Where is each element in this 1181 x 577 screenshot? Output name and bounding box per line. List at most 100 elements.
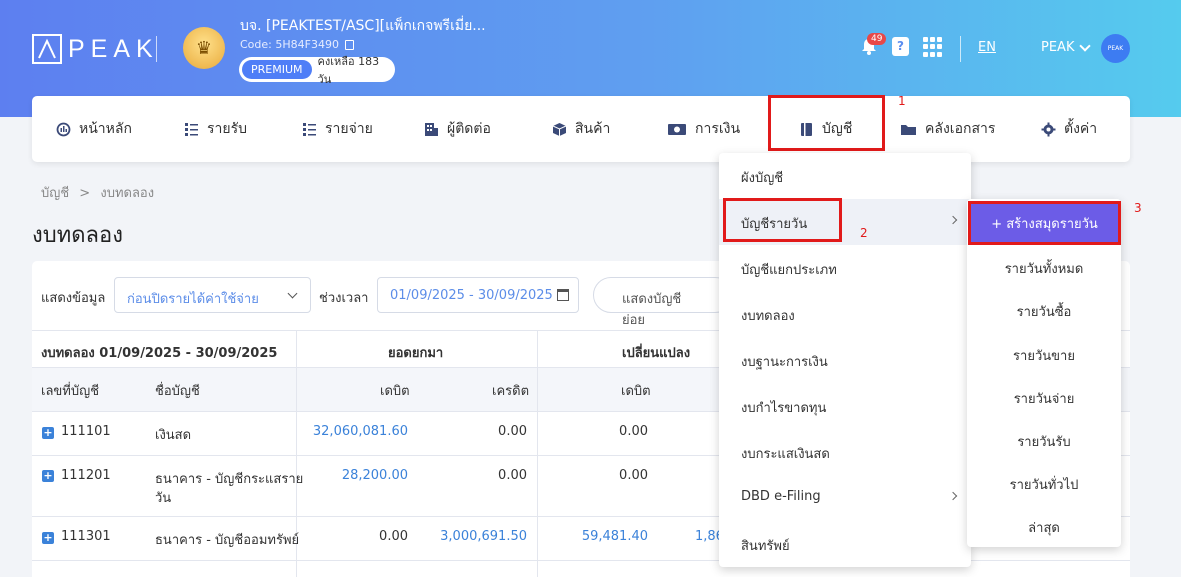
submenu-item-general-journal[interactable]: รายวันทั่วไป [967, 474, 1121, 495]
table-border [537, 330, 538, 577]
row-change-debit[interactable]: 59,481.40 [560, 529, 648, 544]
header-divider-2 [960, 36, 961, 62]
expand-row-button[interactable]: + [42, 470, 54, 482]
expand-row-button[interactable]: + [42, 427, 54, 439]
row-open-credit: 0.00 [498, 424, 527, 439]
menu-item-income-statement[interactable]: งบกำไรขาดทุน [719, 383, 971, 429]
nav-item-settings[interactable]: ตั้งค่า [1041, 96, 1097, 162]
row-code: 111301 [61, 529, 111, 544]
copy-icon[interactable] [344, 40, 354, 50]
nav-label: รายรับ [207, 121, 247, 137]
submenu-item-recent[interactable]: ล่าสุด [967, 517, 1121, 538]
show-data-select[interactable]: ก่อนปิดรายได้ค่าใช้จ่าย [114, 277, 311, 313]
menu-label: DBD e-Filing [741, 489, 821, 504]
plan-pill: PREMIUM คงเหลือ 183 วัน [239, 55, 395, 86]
chevron-down-icon[interactable] [1079, 40, 1091, 52]
menu-label: บัญชีแยกประเภท [741, 263, 837, 278]
submenu-item-all-journals[interactable]: รายวันทั้งหมด [967, 258, 1121, 279]
row-change-debit: 0.00 [619, 424, 648, 439]
chevron-right-icon [948, 215, 958, 225]
col-account-name: ชื่อบัญชี [155, 384, 200, 399]
breadcrumb: บัญชี > งบทดลอง [41, 182, 154, 203]
breadcrumb-current: งบทดลอง [100, 186, 155, 201]
row-code: 111201 [61, 468, 111, 483]
nav-item-contacts[interactable]: ผู้ติดต่อ [424, 96, 491, 162]
company-code-text: Code: 5H84F3490 [240, 38, 339, 51]
annotation-box-1 [768, 95, 885, 151]
language-switch[interactable]: EN [978, 40, 996, 55]
col-credit: เครดิต [492, 384, 530, 399]
row-name: ธนาคาร - บัญชีออมทรัพย์ [155, 533, 300, 548]
table-title: งบทดลอง 01/09/2025 - 30/09/2025 [41, 346, 278, 361]
show-subaccounts-button[interactable]: แสดงบัญชีย่อย [593, 277, 733, 328]
col-change-debit: เดบิต [621, 384, 651, 399]
row-open-debit[interactable]: 28,200.00 [300, 468, 408, 483]
col-account-code: เลขที่บัญชี [41, 384, 100, 399]
row-open-credit: 0.00 [498, 468, 527, 483]
menu-item-cash-flow[interactable]: งบกระแสเงินสด [719, 429, 971, 475]
expense-icon [303, 122, 316, 136]
row-name: เงินสด [155, 428, 192, 443]
annotation-box-3 [968, 201, 1121, 245]
page-title: งบทดลอง [32, 223, 123, 248]
notification-count: 49 [867, 33, 887, 45]
period-date-input[interactable]: 01/09/2025 - 30/09/2025 [377, 277, 579, 313]
row-name: ธนาคาร - บัญชีกระแสราย [155, 472, 304, 487]
nav-label: สินค้า [575, 121, 611, 137]
annotation-box-2 [723, 198, 842, 242]
annotation-number-1: 1 [898, 94, 906, 108]
folder-icon [901, 124, 916, 135]
help-book-icon[interactable]: ? [892, 37, 909, 56]
row-open-credit[interactable]: 3,000,691.50 [420, 529, 527, 544]
menu-item-assets[interactable]: สินทรัพย์ [719, 521, 971, 567]
group-change-header: เปลี่ยนแปลง [622, 346, 691, 361]
menu-label: งบฐานะการเงิน [741, 355, 828, 370]
income-icon [185, 122, 198, 136]
nav-item-income[interactable]: รายรับ [184, 96, 247, 162]
row-code: 111101 [61, 424, 111, 439]
submenu-item-purchase-journal[interactable]: รายวันซื้อ [967, 301, 1121, 322]
row-open-debit[interactable]: 32,060,081.60 [300, 424, 408, 439]
menu-label: งบทดลอง [741, 309, 795, 324]
company-avatar[interactable]: ♛ [183, 27, 225, 69]
nav-label: ผู้ติดต่อ [447, 121, 491, 137]
nav-item-expense[interactable]: รายจ่าย [302, 96, 373, 162]
gear-icon [1041, 122, 1056, 136]
menu-item-trial-balance[interactable]: งบทดลอง [719, 291, 971, 337]
apps-grid-icon[interactable] [923, 37, 943, 57]
nav-item-home[interactable]: หน้าหลัก [56, 96, 132, 162]
box-icon [552, 122, 567, 136]
show-data-value: ก่อนปิดรายได้ค่าใช้จ่าย [127, 292, 259, 307]
menu-item-chart-of-accounts[interactable]: ผังบัญชี [719, 153, 971, 199]
nav-label: คลังเอกสาร [925, 121, 996, 137]
plan-badge: PREMIUM [242, 60, 312, 79]
submenu-item-payment-journal[interactable]: รายวันจ่าย [967, 388, 1121, 409]
row-name-line2: วัน [155, 491, 172, 506]
menu-label: ผังบัญชี [741, 171, 784, 186]
nav-label: รายจ่าย [325, 121, 373, 137]
period-label: ช่วงเวลา [319, 291, 369, 306]
menu-label: งบกำไรขาดทุน [741, 401, 827, 416]
user-avatar[interactable]: PEAK [1101, 34, 1130, 63]
nav-item-products[interactable]: สินค้า [552, 96, 610, 162]
nav-label: ตั้งค่า [1064, 121, 1098, 137]
user-menu[interactable]: PEAK [1041, 40, 1074, 55]
breadcrumb-parent[interactable]: บัญชี [41, 186, 69, 201]
menu-label: สินทรัพย์ [741, 539, 790, 554]
peak-logo[interactable]: PEAK [32, 34, 159, 64]
plan-remaining: คงเหลือ 183 วัน [317, 54, 380, 86]
submenu-item-receipt-journal[interactable]: รายวันรับ [967, 431, 1121, 452]
annotation-number-3: 3 [1134, 201, 1142, 215]
contacts-icon [425, 122, 438, 136]
menu-item-balance-sheet[interactable]: งบฐานะการเงิน [719, 337, 971, 383]
company-code: Code: 5H84F3490 [240, 38, 354, 51]
submenu-item-sales-journal[interactable]: รายวันขาย [967, 345, 1121, 366]
crown-icon: ♛ [195, 37, 213, 59]
company-name[interactable]: บจ. [PEAKTEST/ASC][แพ็กเกจพรีเมี่ย... [240, 15, 486, 37]
show-data-label: แสดงข้อมูล [41, 291, 106, 306]
chevron-right-icon [948, 491, 958, 501]
expand-row-button[interactable]: + [42, 532, 54, 544]
menu-item-ledger[interactable]: บัญชีแยกประเภท [719, 245, 971, 291]
menu-item-dbd-efiling[interactable]: DBD e-Filing [719, 475, 971, 521]
annotation-number-2: 2 [860, 226, 868, 240]
